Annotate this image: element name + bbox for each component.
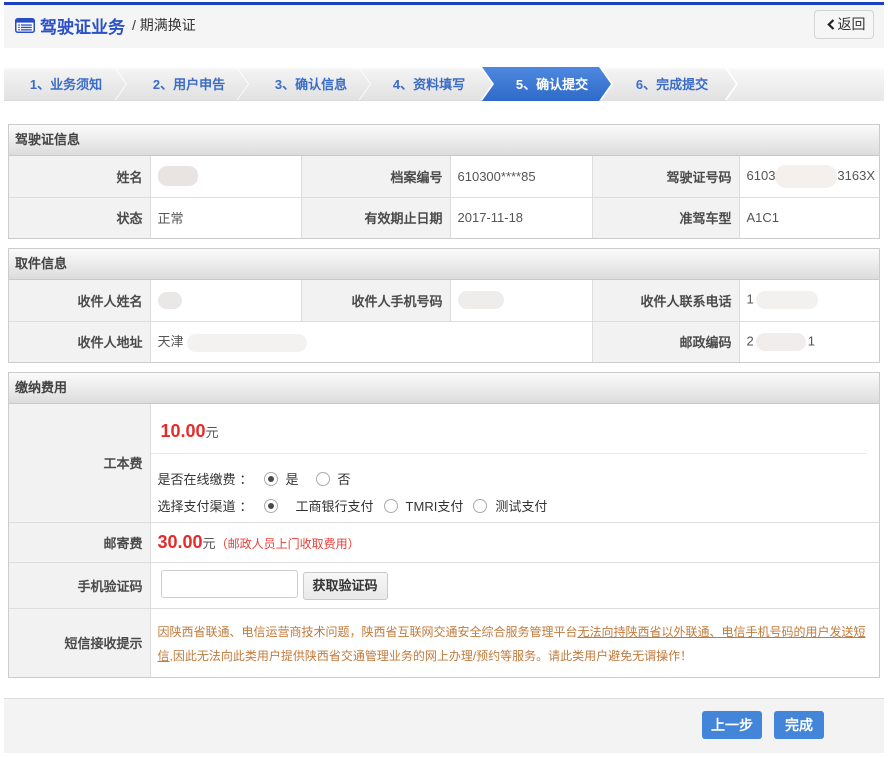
svg-text:4、资料填写: 4、资料填写 (393, 77, 465, 92)
svg-text:2、用户申告: 2、用户申告 (153, 77, 225, 92)
svg-text:5、确认提交: 5、确认提交 (516, 77, 588, 92)
svg-text:6、完成提交: 6、完成提交 (636, 77, 708, 92)
svg-text:1、业务须知: 1、业务须知 (30, 77, 102, 92)
svg-text:3、确认信息: 3、确认信息 (275, 77, 347, 92)
